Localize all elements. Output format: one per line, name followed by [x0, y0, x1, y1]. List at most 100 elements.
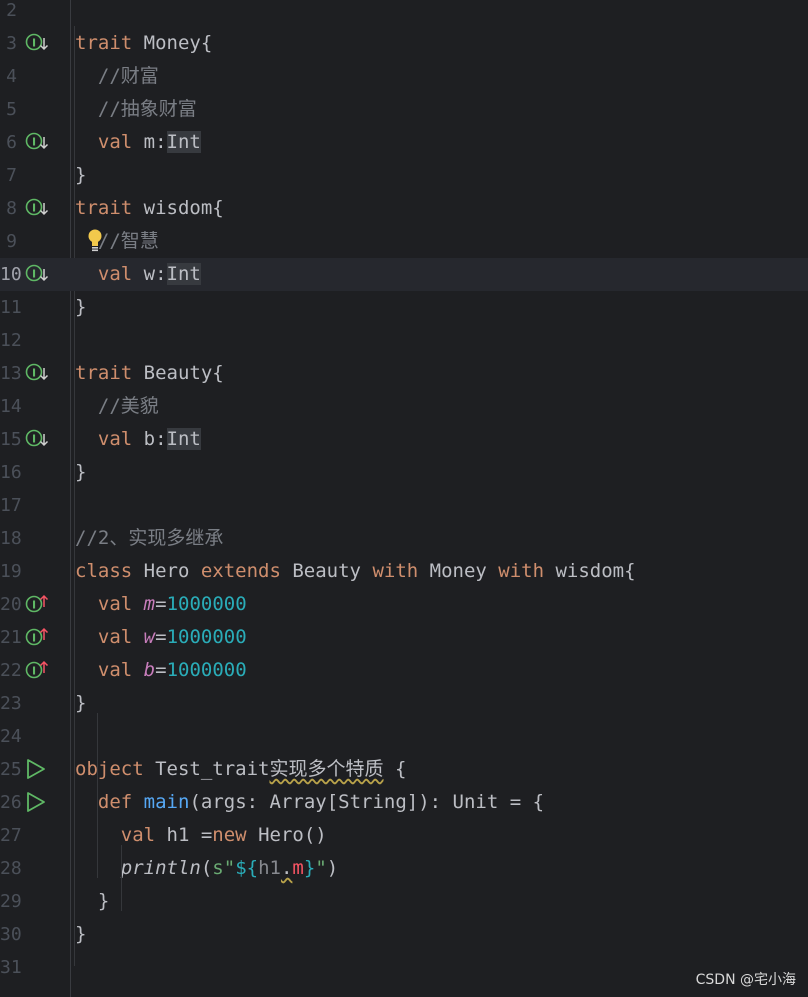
line-number: 2 — [6, 0, 17, 21]
code-line[interactable]: 16} — [0, 456, 808, 489]
code-line[interactable]: 18 //2、实现多继承 — [0, 522, 808, 555]
code-text: val b=1000000 — [75, 654, 247, 687]
code-token: extends — [200, 560, 281, 582]
code-token: } — [303, 857, 316, 879]
code-editor[interactable]: 2 3 Itrait Money{4 //财富 5 //抽象财富 6 I val m:In… — [0, 0, 808, 997]
implemented-icon[interactable]: I — [25, 197, 49, 219]
code-token: new — [212, 824, 247, 846]
code-line[interactable]: 4 //财富 — [0, 60, 808, 93]
line-number: 31 — [0, 957, 22, 978]
code-text: } — [75, 918, 86, 951]
code-line[interactable]: 12 — [0, 324, 808, 357]
code-text: } — [75, 456, 86, 489]
code-token: with — [372, 560, 419, 582]
implemented-icon[interactable]: I — [25, 131, 49, 153]
code-line[interactable]: 11} — [0, 291, 808, 324]
code-text: trait Money{ — [75, 27, 212, 60]
implemented-icon[interactable]: I — [25, 428, 49, 450]
line-number: 13 — [0, 363, 22, 384]
code-token: val — [97, 593, 133, 615]
code-line[interactable]: 14 //美貌 — [0, 390, 808, 423]
code-line[interactable]: 19 class Hero extends Beauty with Money w… — [0, 555, 808, 588]
code-text: //抽象财富 — [75, 93, 197, 126]
code-token: } — [75, 890, 110, 912]
code-text: } — [75, 159, 86, 192]
svg-text:I: I — [32, 37, 36, 50]
code-line[interactable]: 3 Itrait Money{ — [0, 27, 808, 60]
code-text: trait Beauty{ — [75, 357, 224, 390]
code-token: //2、实现多继承 — [75, 527, 224, 549]
svg-text:I: I — [32, 433, 36, 446]
code-line[interactable]: 9 //智慧 — [0, 225, 808, 258]
code-token: //智慧 — [97, 230, 159, 252]
code-line[interactable]: 13 Itrait Beauty{ — [0, 357, 808, 390]
code-token: = — [155, 659, 167, 681]
code-token: w: — [132, 263, 167, 285]
code-token: ${ — [235, 857, 259, 879]
code-text: class Hero extends Beauty with Money wit… — [75, 555, 636, 588]
code-line[interactable]: 5 //抽象财富 — [0, 93, 808, 126]
code-token: println — [120, 857, 201, 879]
code-token: Hero() — [246, 824, 327, 846]
code-text: } — [75, 885, 109, 918]
lightbulb-icon[interactable] — [87, 228, 103, 252]
code-text: val m:Int — [75, 126, 201, 159]
code-line[interactable]: 7} — [0, 159, 808, 192]
run-icon[interactable] — [25, 758, 49, 780]
line-number: 10 — [0, 264, 22, 285]
implemented-icon[interactable]: I — [25, 263, 49, 285]
code-token: val — [97, 428, 133, 450]
implements-icon[interactable]: I — [25, 659, 49, 681]
code-token: val — [97, 131, 133, 153]
line-number: 12 — [0, 330, 22, 351]
code-text: //美貌 — [75, 390, 159, 423]
code-text: val w=1000000 — [75, 621, 247, 654]
line-number: 3 — [6, 33, 17, 54]
implemented-icon[interactable]: I — [25, 32, 49, 54]
code-text: //2、实现多继承 — [75, 522, 223, 555]
code-line[interactable]: 6 I val m:Int — [0, 126, 808, 159]
code-token: Beauty — [280, 560, 373, 582]
line-number: 26 — [0, 792, 22, 813]
code-token: val — [120, 824, 156, 846]
code-line[interactable]: 20 I val m=1000000 — [0, 588, 808, 621]
code-token: object — [75, 758, 144, 780]
line-number: 21 — [0, 627, 22, 648]
code-line[interactable]: 8 Itrait wisdom{ — [0, 192, 808, 225]
code-token: trait — [75, 32, 133, 54]
implements-icon[interactable]: I — [25, 593, 49, 615]
code-line[interactable]: 24 — [0, 720, 808, 753]
code-text: println(s"${h1.m}") — [75, 852, 338, 885]
code-token: b — [143, 659, 156, 681]
line-number: 24 — [0, 726, 22, 747]
code-line[interactable]: 23} — [0, 687, 808, 720]
run-icon[interactable] — [25, 791, 49, 813]
implements-icon[interactable]: I — [25, 626, 49, 648]
code-text: object Test_trait实现多个特质 { — [75, 753, 406, 786]
code-token: h1 = — [155, 824, 213, 846]
code-line[interactable]: 26 def main(args: Array[String]): Unit =… — [0, 786, 808, 819]
code-line[interactable]: 22 I val b=1000000 — [0, 654, 808, 687]
indent-guide — [97, 713, 98, 878]
svg-text:I: I — [32, 665, 36, 678]
code-token: (args: Array[String]): Unit = { — [189, 791, 545, 813]
code-text: def main(args: Array[String]): Unit = { — [75, 786, 544, 819]
code-line[interactable]: 31 — [0, 951, 808, 984]
code-token: m: — [132, 131, 167, 153]
code-line[interactable]: 17 — [0, 489, 808, 522]
code-line[interactable]: 2 — [0, 0, 808, 27]
code-line[interactable]: 21 I val w=1000000 — [0, 621, 808, 654]
line-number: 15 — [0, 429, 22, 450]
code-line[interactable]: 25 object Test_trait实现多个特质 { — [0, 753, 808, 786]
code-line[interactable]: 30} — [0, 918, 808, 951]
code-text: } — [75, 291, 86, 324]
implemented-icon[interactable]: I — [25, 362, 49, 384]
code-line[interactable]: 15 I val b:Int — [0, 423, 808, 456]
code-line[interactable]: 10 I val w:Int — [0, 258, 808, 291]
